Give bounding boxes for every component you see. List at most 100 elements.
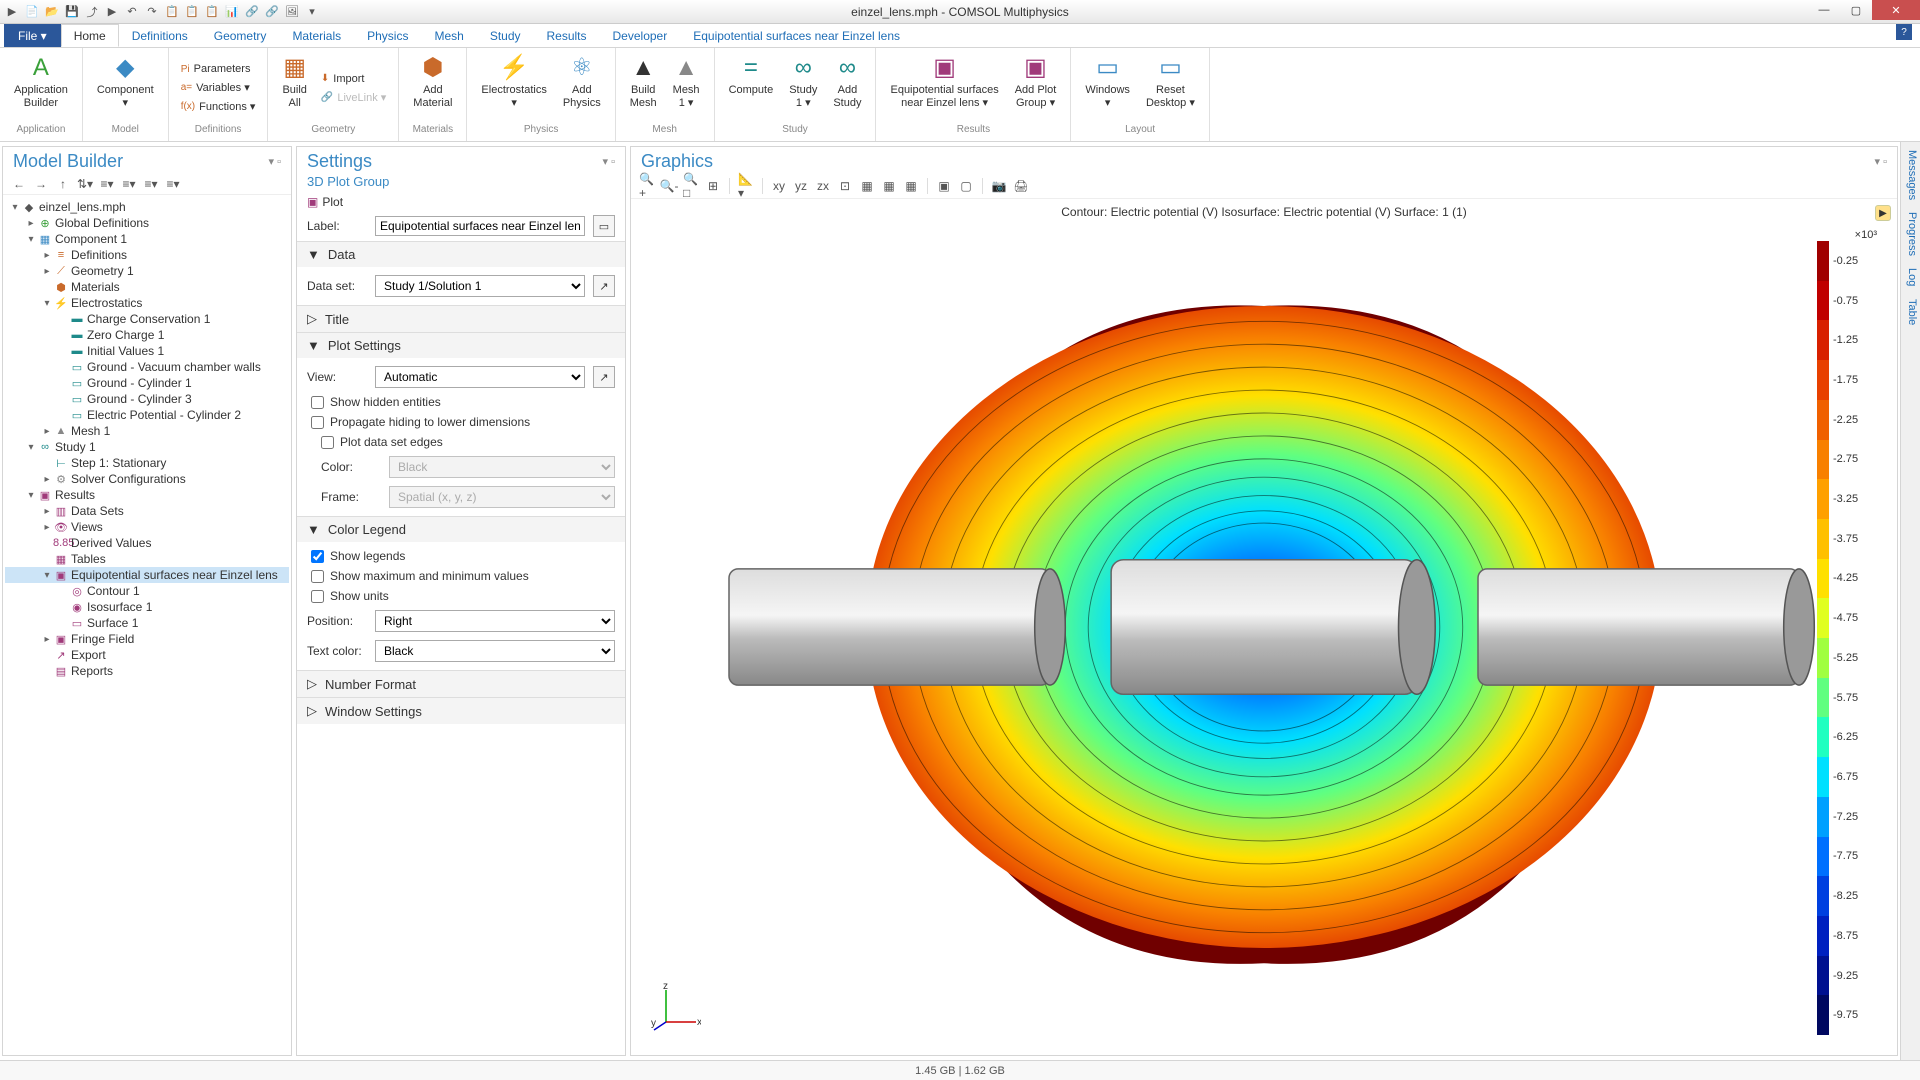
tree-node-export[interactable]: ↗Export [5, 647, 289, 663]
propagate-hiding-checkbox[interactable] [311, 416, 324, 429]
graphics-toolbar-9[interactable]: zx [815, 178, 831, 194]
tree-node-solver-configurations[interactable]: ▸⚙Solver Configurations [5, 471, 289, 487]
tab-mesh[interactable]: Mesh [421, 24, 476, 47]
ribbon-parameters-button[interactable]: Pi Parameters [177, 61, 260, 77]
tree-node-global-definitions[interactable]: ▸⊕Global Definitions [5, 215, 289, 231]
tree-node-step-1-stationary[interactable]: ⊢Step 1: Stationary [5, 455, 289, 471]
tree-node-isosurface-1[interactable]: ◉Isosurface 1 [5, 599, 289, 615]
qat-icon-11[interactable]: 📊 [224, 4, 240, 20]
ribbon-functions--button[interactable]: f(x) Functions ▾ [177, 98, 260, 115]
dock-tab-table[interactable]: Table [1906, 299, 1918, 325]
ribbon-livelink--button[interactable]: 🔗 LiveLink ▾ [317, 89, 390, 106]
graphics-toolbar-3[interactable]: ⊞ [705, 178, 721, 194]
close-button[interactable]: ✕ [1872, 0, 1920, 20]
tab-materials[interactable]: Materials [279, 24, 354, 47]
tree-node-views[interactable]: ▸👁Views [5, 519, 289, 535]
legend-pos-select[interactable]: Right [375, 610, 615, 632]
graphics-canvas[interactable]: Contour: Electric potential (V) Isosurfa… [631, 199, 1897, 1055]
mb-toolbar-3[interactable]: ⇅▾ [77, 176, 93, 192]
graphics-toolbar-12[interactable]: ▦ [881, 178, 897, 194]
graphics-toolbar-7[interactable]: xy [771, 178, 787, 194]
legend-textcolor-select[interactable]: Black [375, 640, 615, 662]
ribbon-electrostatics-button[interactable]: ⚡Electrostatics▾ [475, 52, 552, 124]
graphics-toolbar-18[interactable]: 📷 [991, 178, 1007, 194]
graphics-toolbar-5[interactable]: 📐▾ [738, 178, 754, 194]
ribbon-build-button[interactable]: ▦BuildAll [276, 52, 312, 124]
tab-definitions[interactable]: Definitions [119, 24, 201, 47]
tree-node-derived-values[interactable]: 8.85Derived Values [5, 535, 289, 551]
show-maxmin-checkbox[interactable] [311, 570, 324, 583]
label-input[interactable] [375, 216, 585, 236]
tree-node-einzel-lens-mph[interactable]: ▾◆einzel_lens.mph [5, 199, 289, 215]
tab-equipotential-surfaces-near-einzel-lens[interactable]: Equipotential surfaces near Einzel lens [680, 24, 913, 47]
tree-node-contour-1[interactable]: ◎Contour 1 [5, 583, 289, 599]
mb-toolbar-4[interactable]: ≡▾ [99, 176, 115, 192]
qat-icon-4[interactable]: ⤴ [84, 4, 100, 20]
ribbon-add-plot-button[interactable]: ▣Add PlotGroup ▾ [1009, 52, 1063, 124]
tab-physics[interactable]: Physics [354, 24, 421, 47]
dock-tab-messages[interactable]: Messages [1906, 150, 1918, 200]
qat-icon-7[interactable]: ↷ [144, 4, 160, 20]
help-icon[interactable]: ? [1896, 24, 1912, 40]
section-title-header[interactable]: ▷Title [297, 306, 625, 332]
ribbon-add-button[interactable]: ∞AddStudy [827, 52, 867, 124]
view-select[interactable]: Automatic [375, 366, 585, 388]
graphics-toolbar-15[interactable]: ▣ [936, 178, 952, 194]
show-hidden-checkbox[interactable] [311, 396, 324, 409]
qat-icon-8[interactable]: 📋 [164, 4, 180, 20]
tree-node-geometry-1[interactable]: ▸⟋Geometry 1 [5, 263, 289, 279]
tree-node-ground-vacuum-chamber-walls[interactable]: ▭Ground - Vacuum chamber walls [5, 359, 289, 375]
mb-toolbar-2[interactable]: ↑ [55, 176, 71, 192]
tree-node-mesh-1[interactable]: ▸▲Mesh 1 [5, 423, 289, 439]
qat-icon-10[interactable]: 📋 [204, 4, 220, 20]
ribbon-study-button[interactable]: ∞Study1 ▾ [783, 52, 823, 124]
tree-node-reports[interactable]: ▤Reports [5, 663, 289, 679]
ribbon-equipotential-surfaces-button[interactable]: ▣Equipotential surfacesnear Einzel lens … [884, 52, 1004, 124]
ribbon-component-button[interactable]: ◆Component▾ [91, 52, 160, 124]
qat-icon-9[interactable]: 📋 [184, 4, 200, 20]
section-windowsettings-header[interactable]: ▷Window Settings [297, 698, 625, 724]
graphics-toolbar-11[interactable]: ▦ [859, 178, 875, 194]
mb-toolbar-1[interactable]: → [33, 176, 49, 192]
qat-icon-14[interactable]: 🖼 [284, 4, 300, 20]
plot-dataset-edges-checkbox[interactable] [321, 436, 334, 449]
dock-tab-progress[interactable]: Progress [1906, 212, 1918, 256]
label-goto-button[interactable]: ▭ [593, 215, 615, 237]
graphics-toolbar-1[interactable]: 🔍- [661, 178, 677, 194]
section-numberformat-header[interactable]: ▷Number Format [297, 671, 625, 697]
tree-node-ground-cylinder-3[interactable]: ▭Ground - Cylinder 3 [5, 391, 289, 407]
section-plotsettings-header[interactable]: ▼Plot Settings [297, 333, 625, 358]
dataset-select[interactable]: Study 1/Solution 1 [375, 275, 585, 297]
maximize-button[interactable]: ▢ [1840, 0, 1872, 20]
graphics-toolbar-0[interactable]: 🔍+ [639, 178, 655, 194]
graphics-toolbar-8[interactable]: yz [793, 178, 809, 194]
qat-icon-12[interactable]: 🔗 [244, 4, 260, 20]
tree-node-electrostatics[interactable]: ▾⚡Electrostatics [5, 295, 289, 311]
tree-node-charge-conservation-1[interactable]: ▬Charge Conservation 1 [5, 311, 289, 327]
ribbon-build-button[interactable]: ▲BuildMesh [624, 52, 663, 124]
tree-node-equipotential-surfaces-near-einzel-lens[interactable]: ▾▣Equipotential surfaces near Einzel len… [5, 567, 289, 583]
tree-node-component-1[interactable]: ▾▦Component 1 [5, 231, 289, 247]
ribbon-mesh-button[interactable]: ▲Mesh1 ▾ [667, 52, 706, 124]
tab-study[interactable]: Study [477, 24, 534, 47]
qat-icon-13[interactable]: 🔗 [264, 4, 280, 20]
section-data-header[interactable]: ▼Data [297, 242, 625, 267]
model-tree[interactable]: ▾◆einzel_lens.mph▸⊕Global Definitions▾▦C… [3, 195, 291, 1055]
graphics-toolbar-13[interactable]: ▦ [903, 178, 919, 194]
qat-icon-5[interactable]: ▶ [104, 4, 120, 20]
tree-node-electric-potential-cylinder-2[interactable]: ▭Electric Potential - Cylinder 2 [5, 407, 289, 423]
minimize-button[interactable]: — [1808, 0, 1840, 20]
tree-node-zero-charge-1[interactable]: ▬Zero Charge 1 [5, 327, 289, 343]
tab-developer[interactable]: Developer [600, 24, 681, 47]
tree-node-initial-values-1[interactable]: ▬Initial Values 1 [5, 343, 289, 359]
tree-node-fringe-field[interactable]: ▸▣Fringe Field [5, 631, 289, 647]
ribbon-variables--button[interactable]: a= Variables ▾ [177, 79, 260, 96]
ribbon-add-button[interactable]: ⬢AddMaterial [407, 52, 458, 124]
show-units-checkbox[interactable] [311, 590, 324, 603]
section-colorlegend-header[interactable]: ▼Color Legend [297, 517, 625, 542]
tree-node-data-sets[interactable]: ▸▥Data Sets [5, 503, 289, 519]
ribbon-compute-button[interactable]: =Compute [723, 52, 780, 124]
mb-toolbar-7[interactable]: ≡▾ [165, 176, 181, 192]
view-goto-button[interactable]: ↗ [593, 366, 615, 388]
qat-icon-3[interactable]: 💾 [64, 4, 80, 20]
